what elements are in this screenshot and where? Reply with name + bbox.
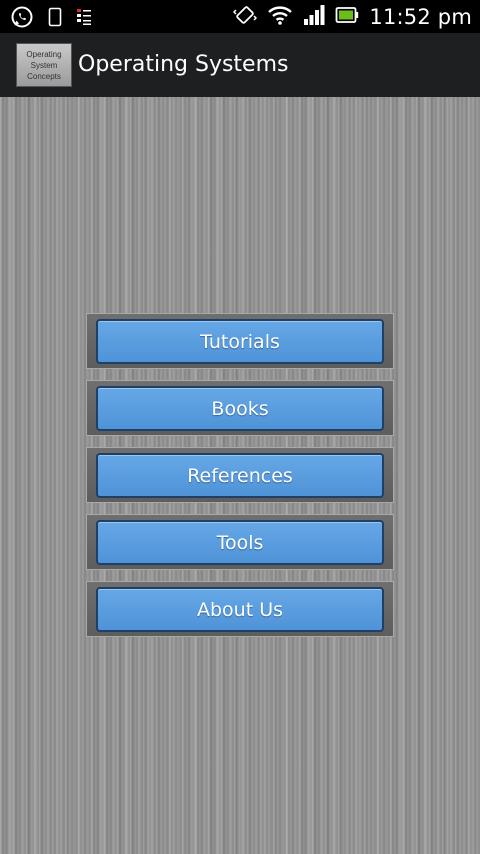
vibrate-icon	[233, 3, 258, 31]
menu-row: References	[86, 447, 394, 503]
menu-row: About Us	[86, 581, 394, 637]
menu-row: Tools	[86, 514, 394, 570]
app-logo[interactable]: Operating System Concepts	[16, 43, 72, 87]
main-menu: Tutorials Books References Tools About U…	[86, 313, 394, 648]
menu-row: Tutorials	[86, 313, 394, 369]
tools-button[interactable]: Tools	[96, 520, 384, 565]
wifi-icon	[267, 3, 293, 31]
whatsapp-icon	[10, 5, 34, 33]
app-logo-line: Operating	[26, 49, 62, 59]
clock-time: 11:52 pm	[369, 5, 472, 29]
status-bar: 11:52 pm	[0, 0, 480, 33]
menu-row: Books	[86, 380, 394, 436]
action-bar: Operating System Concepts Operating Syst…	[0, 33, 480, 97]
status-right-icons: 11:52 pm	[233, 3, 472, 31]
status-left-icons	[10, 5, 92, 33]
references-button[interactable]: References	[96, 453, 384, 498]
page-title: Operating Systems	[78, 52, 289, 77]
tutorials-button[interactable]: Tutorials	[96, 319, 384, 364]
battery-icon	[335, 5, 359, 29]
tasks-icon	[76, 7, 92, 31]
about-us-button[interactable]: About Us	[96, 587, 384, 632]
app-logo-line: Concepts	[27, 71, 61, 81]
app-logo-line: System	[30, 60, 58, 70]
phone-icon	[48, 7, 62, 31]
signal-icon	[303, 4, 325, 30]
books-button[interactable]: Books	[96, 386, 384, 431]
